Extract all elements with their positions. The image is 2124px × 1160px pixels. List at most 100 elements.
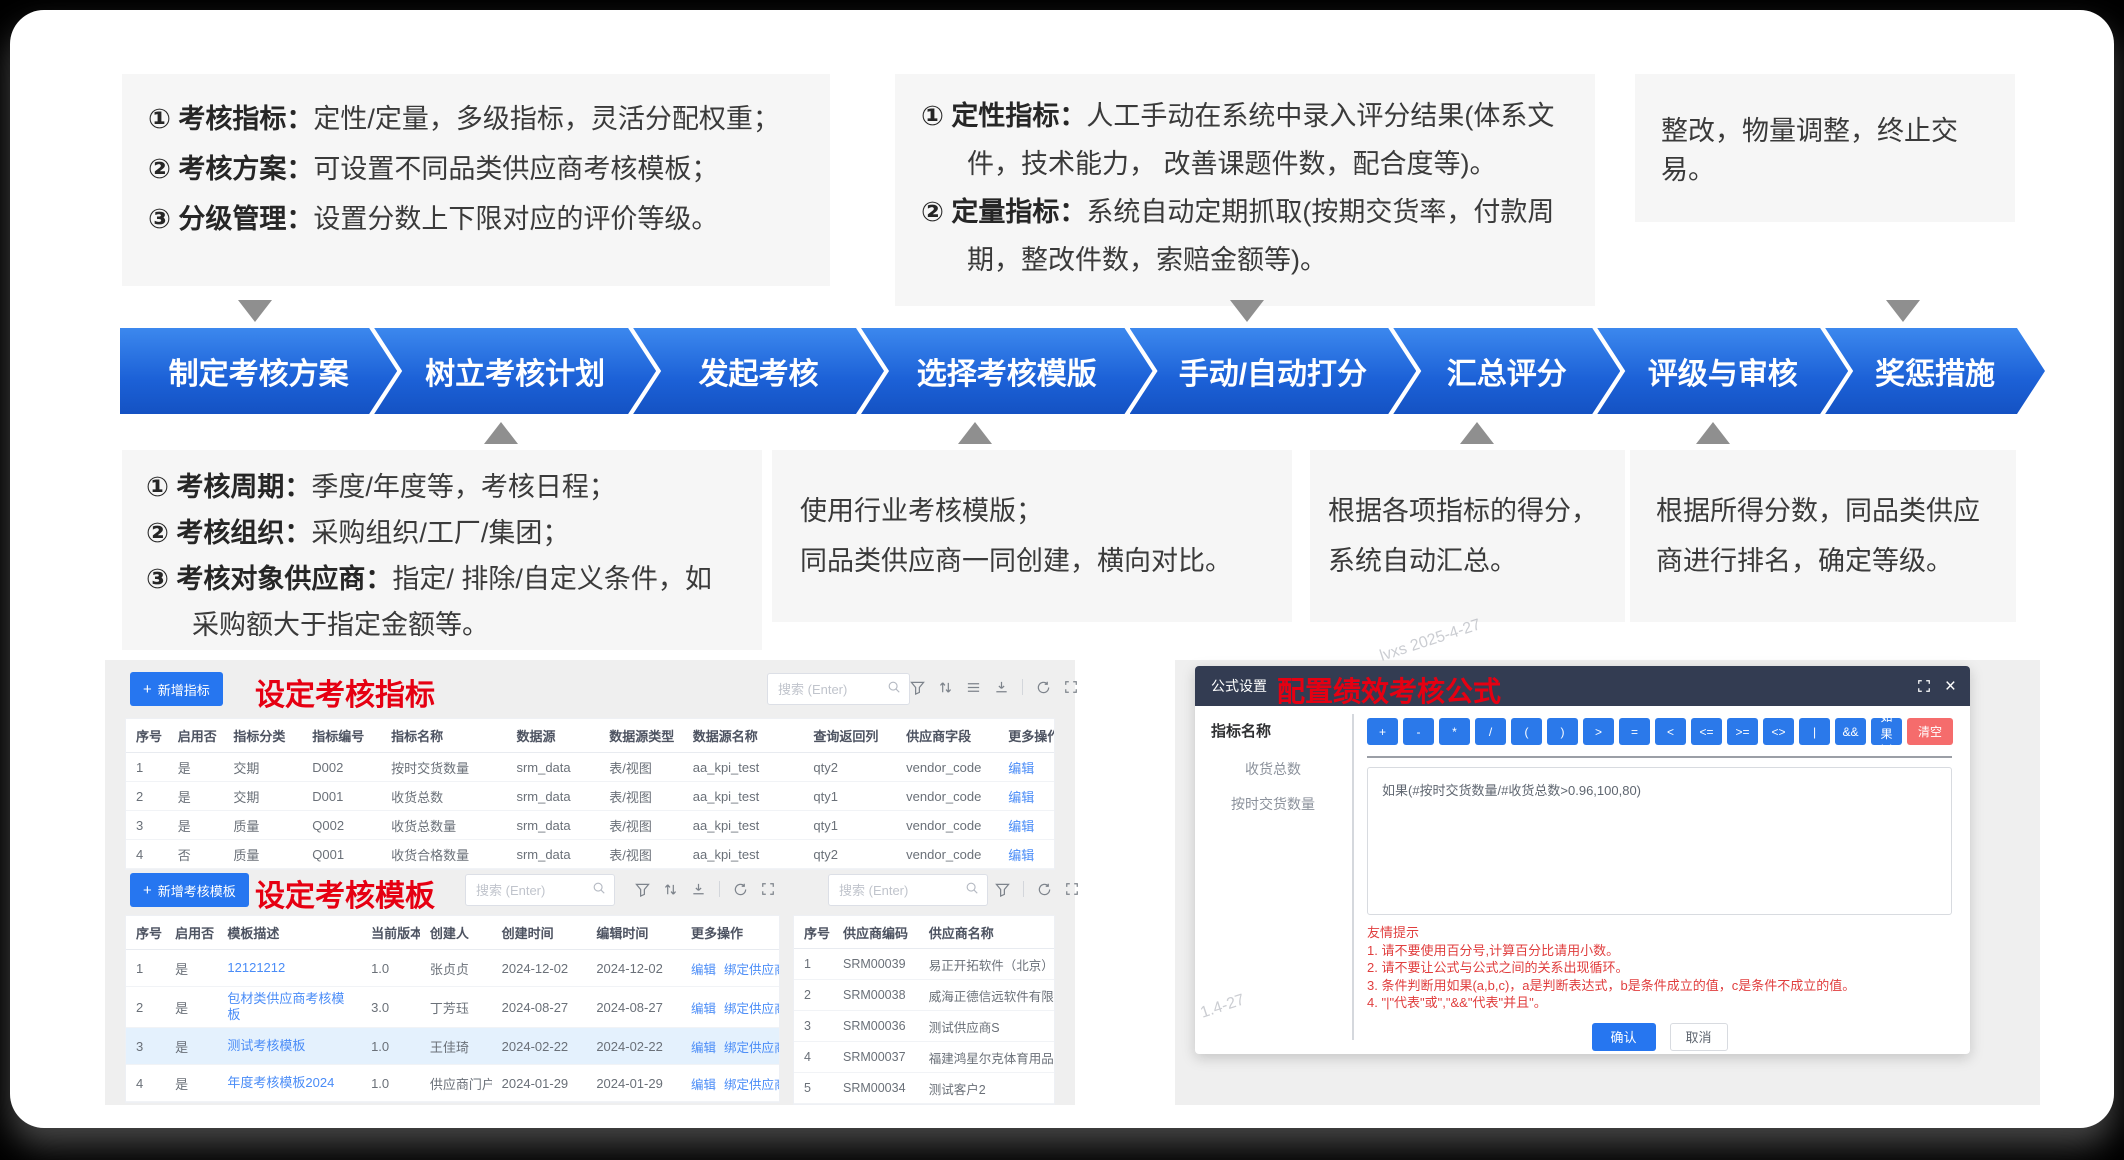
table-row[interactable]: 3 是 质量 Q002 收货总数量 srm_data 表/视图 aa_kpi_t… (126, 811, 1054, 840)
supplier-table: 序号供应商编码供应商名称 1 SRM00039 易正开拓软件（北京）有限公司 2… (793, 915, 1055, 1105)
edit-link[interactable]: 编辑 (691, 959, 716, 978)
operator-button[interactable]: <> (1763, 718, 1794, 745)
fullscreen-icon[interactable] (761, 882, 775, 896)
cell-created-date: 2024-02-22 (492, 1028, 587, 1064)
cancel-button[interactable]: 取消 (1670, 1023, 1728, 1051)
search-icon[interactable] (592, 881, 606, 900)
note-line-label: ③ 考核对象供应商： (146, 564, 392, 594)
table-row[interactable]: 2 是 交期 D001 收货总数 srm_data 表/视图 aa_kpi_te… (126, 782, 1054, 811)
cell-enabled: 是 (168, 753, 224, 781)
fullscreen-icon[interactable] (1064, 680, 1078, 694)
plus-icon: + (143, 883, 152, 898)
edit-link[interactable]: 编辑 (691, 1074, 716, 1093)
operator-button[interactable]: - (1403, 718, 1434, 745)
operator-button[interactable]: / (1475, 718, 1506, 745)
operator-button[interactable]: + (1367, 718, 1398, 745)
note-line-text: 季度/年度等，考核日程； (311, 472, 616, 502)
column-header: 查询返回列 (803, 719, 896, 752)
search-icon[interactable] (965, 881, 979, 900)
formula-input[interactable]: 如果(#按时交货数量/#收货总数>0.96,100,80) (1367, 767, 1952, 915)
edit-link[interactable]: 编辑 (998, 753, 1054, 781)
operator-button[interactable]: | (1799, 718, 1830, 745)
confirm-button[interactable]: 确认 (1592, 1023, 1656, 1051)
connector-triangle-down (1230, 300, 1264, 322)
table-row[interactable]: 1 是 12121212 1.0 张贞贞 2024-12-02 2024-12-… (126, 950, 779, 987)
indicator-item[interactable]: 按时交货数量 (1231, 794, 1315, 814)
hints-block: 友情提示 1. 请不要使用百分号,计算百分比请用小数。2. 请不要让公式与公式之… (1367, 924, 1952, 1012)
operator-button[interactable]: > (1583, 718, 1614, 745)
filter-icon[interactable] (635, 882, 650, 897)
edit-link[interactable]: 编辑 (691, 998, 716, 1017)
operator-button[interactable]: && (1835, 718, 1866, 745)
table-row[interactable]: 2 是 包材类供应商考核模板 3.0 丁芳珏 2024-08-27 2024-0… (126, 987, 779, 1028)
search-icon[interactable] (887, 680, 901, 699)
template-name-link[interactable]: 包材类供应商考核模板 (217, 987, 361, 1027)
filter-icon[interactable] (910, 680, 925, 695)
cell-code: Q001 (302, 840, 381, 868)
bind-supplier-link[interactable]: 绑定供应商 (724, 959, 779, 978)
search-input[interactable] (837, 882, 965, 899)
filter-icon[interactable] (995, 882, 1010, 897)
table-row[interactable]: 5 SRM00034 测试客户2 (794, 1073, 1054, 1104)
edit-link[interactable]: 编辑 (998, 811, 1054, 839)
refresh-icon[interactable] (1037, 882, 1052, 897)
template-name-link[interactable]: 测试考核模板 (217, 1028, 361, 1064)
download-icon[interactable] (994, 680, 1009, 695)
template-name-link[interactable]: 年度考核模板2024 (217, 1065, 361, 1101)
search-input[interactable] (776, 681, 887, 698)
operator-button[interactable]: 如果(..) (1871, 718, 1902, 745)
refresh-icon[interactable] (1036, 680, 1051, 695)
indicator-item[interactable]: 收货总数 (1245, 759, 1301, 779)
cell-creator: 张贞贞 (420, 950, 492, 986)
download-icon[interactable] (691, 882, 706, 897)
table-row[interactable]: 3 SRM00036 测试供应商S (794, 1011, 1054, 1042)
cell-supplier-code: SRM00038 (833, 980, 919, 1010)
note-line-text: 定性/定量，多级指标，灵活分配权重； (313, 104, 780, 134)
cell-datasource-type: 表/视图 (599, 753, 683, 781)
template-name-link[interactable]: 12121212 (217, 950, 361, 986)
columns-icon[interactable] (966, 680, 981, 695)
table-row[interactable]: 1 是 交期 D002 按时交货数量 srm_data 表/视图 aa_kpi_… (126, 753, 1054, 782)
bind-supplier-link[interactable]: 绑定供应商 (724, 998, 779, 1017)
operator-button[interactable]: ) (1547, 718, 1578, 745)
edit-link[interactable]: 编辑 (998, 782, 1054, 810)
operator-button[interactable]: * (1439, 718, 1470, 745)
note-line: ① 定性指标：人工手动在系统中录入评分结果(体系文件，技术能力， 改善课题件数，… (921, 92, 1569, 188)
supplier-table-header: 序号供应商编码供应商名称 (794, 916, 1054, 949)
row-actions: 编辑 绑定供应商 (681, 1065, 779, 1101)
table-row[interactable]: 3 是 测试考核模板 1.0 王佳琦 2024-02-22 2024-02-22… (126, 1028, 779, 1065)
add-template-button[interactable]: + 新增考核模板 (130, 873, 249, 907)
cell-supplier-code: SRM00034 (833, 1073, 919, 1103)
bind-supplier-link[interactable]: 绑定供应商 (724, 1037, 779, 1056)
refresh-icon[interactable] (733, 882, 748, 897)
cell-created-date: 2024-01-29 (492, 1065, 587, 1101)
table-row[interactable]: 1 SRM00039 易正开拓软件（北京）有限公司 (794, 949, 1054, 980)
edit-link[interactable]: 编辑 (998, 840, 1054, 868)
fullscreen-icon[interactable] (1917, 679, 1931, 693)
dialog-main: +-*/()>=<<=>=<>|&&如果(..) 清空 如果(#按时交货数量/#… (1367, 706, 1952, 1051)
search-input[interactable] (474, 882, 592, 899)
table-row[interactable]: 4 否 质量 Q001 收货合格数量 srm_data 表/视图 aa_kpi_… (126, 840, 1054, 869)
sort-icon[interactable] (663, 882, 678, 897)
clear-button[interactable]: 清空 (1907, 718, 1953, 745)
close-icon[interactable]: × (1945, 677, 1956, 696)
operator-button[interactable]: >= (1727, 718, 1758, 745)
operator-button[interactable]: ( (1511, 718, 1542, 745)
table-row[interactable]: 4 是 年度考核模板2024 1.0 供应商门户 2024-01-29 2024… (126, 1065, 779, 1102)
cell-enabled: 是 (165, 1028, 217, 1064)
add-indicator-button[interactable]: + 新增指标 (130, 672, 223, 706)
indicator-table: 序号启用否指标分类指标编号指标名称数据源数据源类型数据源名称查询返回列供应商字段… (125, 718, 1055, 870)
sort-icon[interactable] (938, 680, 953, 695)
operator-button[interactable]: < (1655, 718, 1686, 745)
sidebar-divider (1352, 714, 1354, 1040)
table-row[interactable]: 4 SRM00037 福建鸿星尔克体育用品有限公司 (794, 1042, 1054, 1073)
bind-supplier-link[interactable]: 绑定供应商 (724, 1074, 779, 1093)
edit-link[interactable]: 编辑 (691, 1037, 716, 1056)
table-row[interactable]: 2 SRM00038 威海正德信远软件有限公司 (794, 980, 1054, 1011)
cell-seq: 3 (126, 1028, 165, 1064)
cell-code: Q002 (302, 811, 381, 839)
operator-button[interactable]: <= (1691, 718, 1722, 745)
fullscreen-icon[interactable] (1065, 882, 1079, 896)
cell-seq: 4 (794, 1042, 833, 1072)
operator-button[interactable]: = (1619, 718, 1650, 745)
